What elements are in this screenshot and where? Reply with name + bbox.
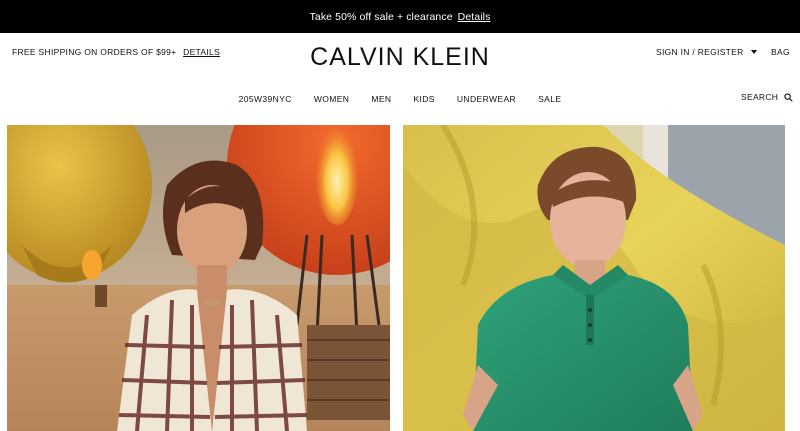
nav-item-men[interactable]: MEN [371,92,391,106]
site-header: FREE SHIPPING ON ORDERS OF $99+ DETAILS … [0,33,800,125]
hero-men-photo [403,125,785,431]
nav-item-underwear[interactable]: UNDERWEAR [457,92,516,106]
promo-bar: Take 50% off sale + clearance Details [0,0,800,33]
shipping-message: FREE SHIPPING ON ORDERS OF $99+ DETAILS [12,47,220,57]
hero-image-women[interactable] [7,125,390,431]
promo-text: Take 50% off sale + clearance [309,10,453,23]
nav-item-women[interactable]: WOMEN [314,92,350,106]
account-menu[interactable]: SIGN IN / REGISTER [656,47,757,57]
bag-link[interactable]: BAG [771,47,790,57]
promo-details-link[interactable]: Details [458,11,491,23]
search-label: SEARCH [741,92,779,102]
hero-women-photo [7,125,390,431]
nav-item-205w39nyc[interactable]: 205W39NYC [239,92,292,106]
shipping-text: FREE SHIPPING ON ORDERS OF $99+ [12,47,177,57]
sign-in-register-label: SIGN IN / REGISTER [656,47,744,57]
search-icon [784,92,793,102]
nav-item-sale[interactable]: SALE [538,92,561,106]
shipping-details-link[interactable]: DETAILS [183,47,220,57]
hero-image-men[interactable] [403,125,785,431]
brand-logo[interactable]: CALVIN KLEIN [310,43,490,71]
main-nav: 205W39NYC WOMEN MEN KIDS UNDERWEAR SALE [0,92,800,106]
search-button[interactable]: SEARCH [741,92,793,102]
chevron-down-icon [750,50,757,54]
nav-item-kids[interactable]: KIDS [413,92,434,106]
